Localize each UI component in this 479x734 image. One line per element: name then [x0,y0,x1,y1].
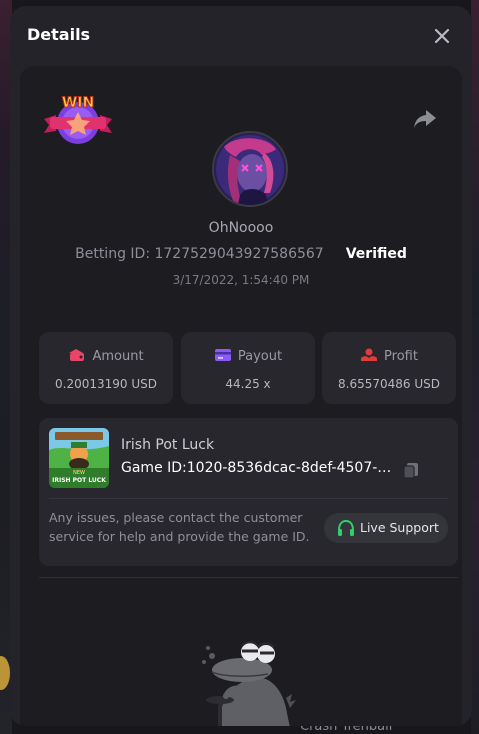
win-badge-text: WIN [62,95,94,111]
details-modal: Details WIN OhNoooo Betting ID: 17275290… [10,6,472,726]
share-button[interactable] [412,108,438,130]
crocodile-mascot-icon [202,641,296,726]
game-thumbnail-image: NEW IRISH POT LUCK [49,428,109,488]
card-divider [49,498,448,499]
headset-icon [338,520,354,536]
game-name[interactable]: Irish Pot Luck [121,437,214,453]
live-support-button[interactable]: Live Support [324,513,448,543]
stat-amount: Amount 0.20013190 USD [39,332,173,404]
stat-profit-label: Profit [384,349,418,364]
close-icon [434,28,450,44]
betting-id-row: Betting ID: 1727529043927586567 Verified [20,246,462,262]
bet-details-content: WIN OhNoooo Betting ID: 1727529043927586… [20,66,462,726]
stat-payout-value: 44.25 x [225,377,271,391]
close-button[interactable] [428,22,456,50]
stat-profit-value: 8.65570486 USD [338,377,440,391]
live-support-label: Live Support [360,520,439,535]
copy-game-id-button[interactable] [402,461,420,479]
svg-text:NEW: NEW [73,470,85,476]
card-icon [214,349,231,361]
profit-icon [361,348,378,361]
username: OhNoooo [208,220,274,236]
avatar-image [214,133,286,205]
stat-profit-head: Profit [322,347,456,364]
game-thumbnail[interactable]: NEW IRISH POT LUCK [49,428,109,488]
stat-payout-head: Payout [181,347,315,364]
copy-icon [403,463,418,479]
support-note: Any issues, please contact the customer … [49,510,310,544]
modal-header: Details [10,6,472,66]
background-page-right [471,0,479,734]
stat-payout: Payout 44.25 x [181,332,315,404]
stat-amount-label: Amount [92,349,144,364]
verified-label[interactable]: Verified [346,246,407,262]
win-badge-icon: WIN [44,95,112,144]
stat-payout-label: Payout [237,349,283,364]
bet-timestamp: 3/17/2022, 1:54:40 PM [172,273,310,287]
stat-amount-head: Amount [39,347,173,364]
game-id: Game ID:1020-8536dcac-8def-4507-b... [121,460,396,476]
wallet-icon [69,349,85,361]
stat-amount-value: 0.20013190 USD [55,377,157,391]
section-divider [39,577,458,578]
share-icon [414,110,436,128]
game-thumbnail-text: IRISH POT LUCK [52,477,106,484]
game-card: NEW IRISH POT LUCK Irish Pot Luck Game I… [39,418,458,566]
betting-id: Betting ID: 1727529043927586567 [75,246,324,262]
avatar [212,131,288,207]
stat-profit: Profit 8.65570486 USD [322,332,456,404]
modal-title: Details [27,25,91,44]
